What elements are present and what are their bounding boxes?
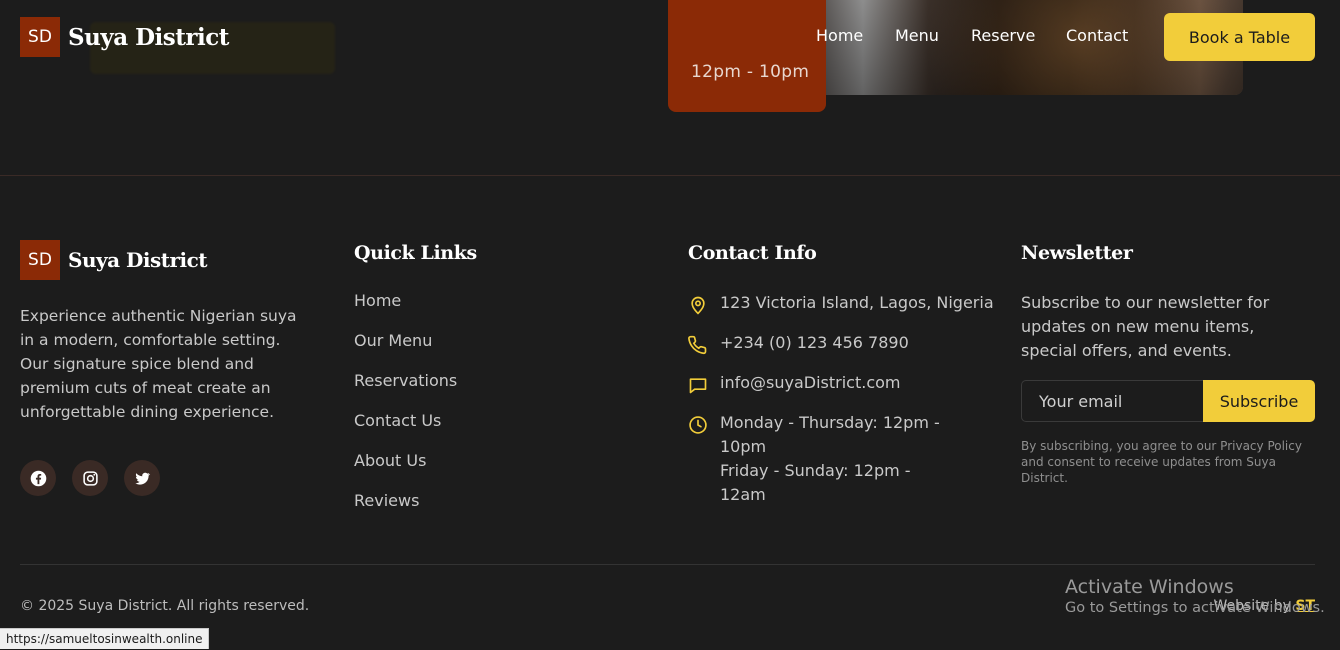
footer-link-reservations[interactable]: Reservations (354, 371, 457, 390)
nav-home[interactable]: Home (816, 26, 863, 45)
windows-activation-watermark: Activate Windows Go to Settings to activ… (1065, 576, 1325, 616)
email-text[interactable]: info@suyaDistrict.com (720, 371, 900, 395)
list-item: Contact Us (354, 411, 477, 451)
twitter-link[interactable] (124, 460, 160, 496)
newsletter-text: Subscribe to our newsletter for updates … (1021, 293, 1270, 360)
footer-logo-text: Suya District (68, 248, 208, 272)
footer-logo-badge: SD (20, 240, 60, 280)
newsletter-note: By subscribing, you agree to our Privacy… (1021, 439, 1302, 485)
footer-about: SD Suya District Experience authentic Ni… (20, 240, 310, 496)
address-text: 123 Victoria Island, Lagos, Nigeria (720, 293, 994, 312)
clock-icon (688, 415, 708, 435)
nav-menu[interactable]: Menu (895, 26, 939, 45)
hours-weekend: Friday - Sunday: 12pm - 12am (720, 461, 911, 504)
footer-quick-links: Quick Links Home Our Menu Reservations C… (354, 240, 477, 531)
list-item: Reservations (354, 371, 477, 411)
contact-phone: +234 (0) 123 456 7890 (688, 331, 994, 355)
map-pin-icon (688, 295, 708, 315)
footer-link-contact[interactable]: Contact Us (354, 411, 441, 430)
email-input[interactable] (1021, 380, 1203, 422)
logo-badge: SD (20, 17, 60, 57)
footer-contact: Contact Info 123 Victoria Island, Lagos,… (688, 240, 994, 523)
copyright-text: © 2025 Suya District. All rights reserve… (20, 598, 310, 614)
nav-contact[interactable]: Contact (1066, 26, 1128, 45)
footer-logo[interactable]: SD Suya District (20, 240, 310, 280)
footer-link-about[interactable]: About Us (354, 451, 426, 470)
newsletter-form: Subscribe (1021, 380, 1315, 422)
instagram-icon (82, 470, 98, 486)
twitter-icon (134, 472, 150, 485)
footer-newsletter: Newsletter Subscribe to our newsletter f… (1021, 240, 1315, 486)
site-header: SD Suya District Home Menu Reserve Conta… (0, 0, 1340, 76)
quick-links-title: Quick Links (354, 242, 477, 264)
phone-icon (688, 335, 708, 355)
phone-text[interactable]: +234 (0) 123 456 7890 (720, 331, 909, 355)
social-links (20, 460, 310, 496)
book-table-button[interactable]: Book a Table (1164, 13, 1315, 61)
newsletter-title: Newsletter (1021, 242, 1133, 264)
contact-title: Contact Info (688, 242, 817, 264)
contact-list: 123 Victoria Island, Lagos, Nigeria +234… (688, 291, 994, 507)
about-text: Experience authentic Nigerian suya in a … (20, 307, 297, 421)
quick-links-list: Home Our Menu Reservations Contact Us Ab… (354, 291, 477, 531)
list-item: Reviews (354, 491, 477, 531)
nav-reserve[interactable]: Reserve (971, 26, 1035, 45)
header-logo[interactable]: SD Suya District (20, 17, 229, 57)
subscribe-button[interactable]: Subscribe (1203, 380, 1315, 422)
footer-divider (20, 564, 1315, 565)
browser-status-url: https://samueltosinwealth.online (0, 628, 210, 649)
activate-title: Activate Windows (1065, 576, 1234, 598)
footer-link-home[interactable]: Home (354, 291, 401, 310)
footer-link-menu[interactable]: Our Menu (354, 331, 432, 350)
contact-hours: Monday - Thursday: 12pm - 10pm Friday - … (688, 411, 994, 507)
activate-subtitle: Go to Settings to activate Windows. (1065, 600, 1325, 616)
message-icon (688, 375, 708, 395)
list-item: Home (354, 291, 477, 331)
list-item: Our Menu (354, 331, 477, 371)
instagram-link[interactable] (72, 460, 108, 496)
facebook-link[interactable] (20, 460, 56, 496)
facebook-icon (30, 470, 46, 486)
contact-email: info@suyaDistrict.com (688, 371, 994, 395)
list-item: About Us (354, 451, 477, 491)
hours-weekday: Monday - Thursday: 12pm - 10pm (720, 413, 940, 456)
logo-text: Suya District (68, 23, 229, 51)
footer-link-reviews[interactable]: Reviews (354, 491, 419, 510)
section-divider (0, 175, 1340, 176)
contact-address: 123 Victoria Island, Lagos, Nigeria (688, 291, 994, 315)
